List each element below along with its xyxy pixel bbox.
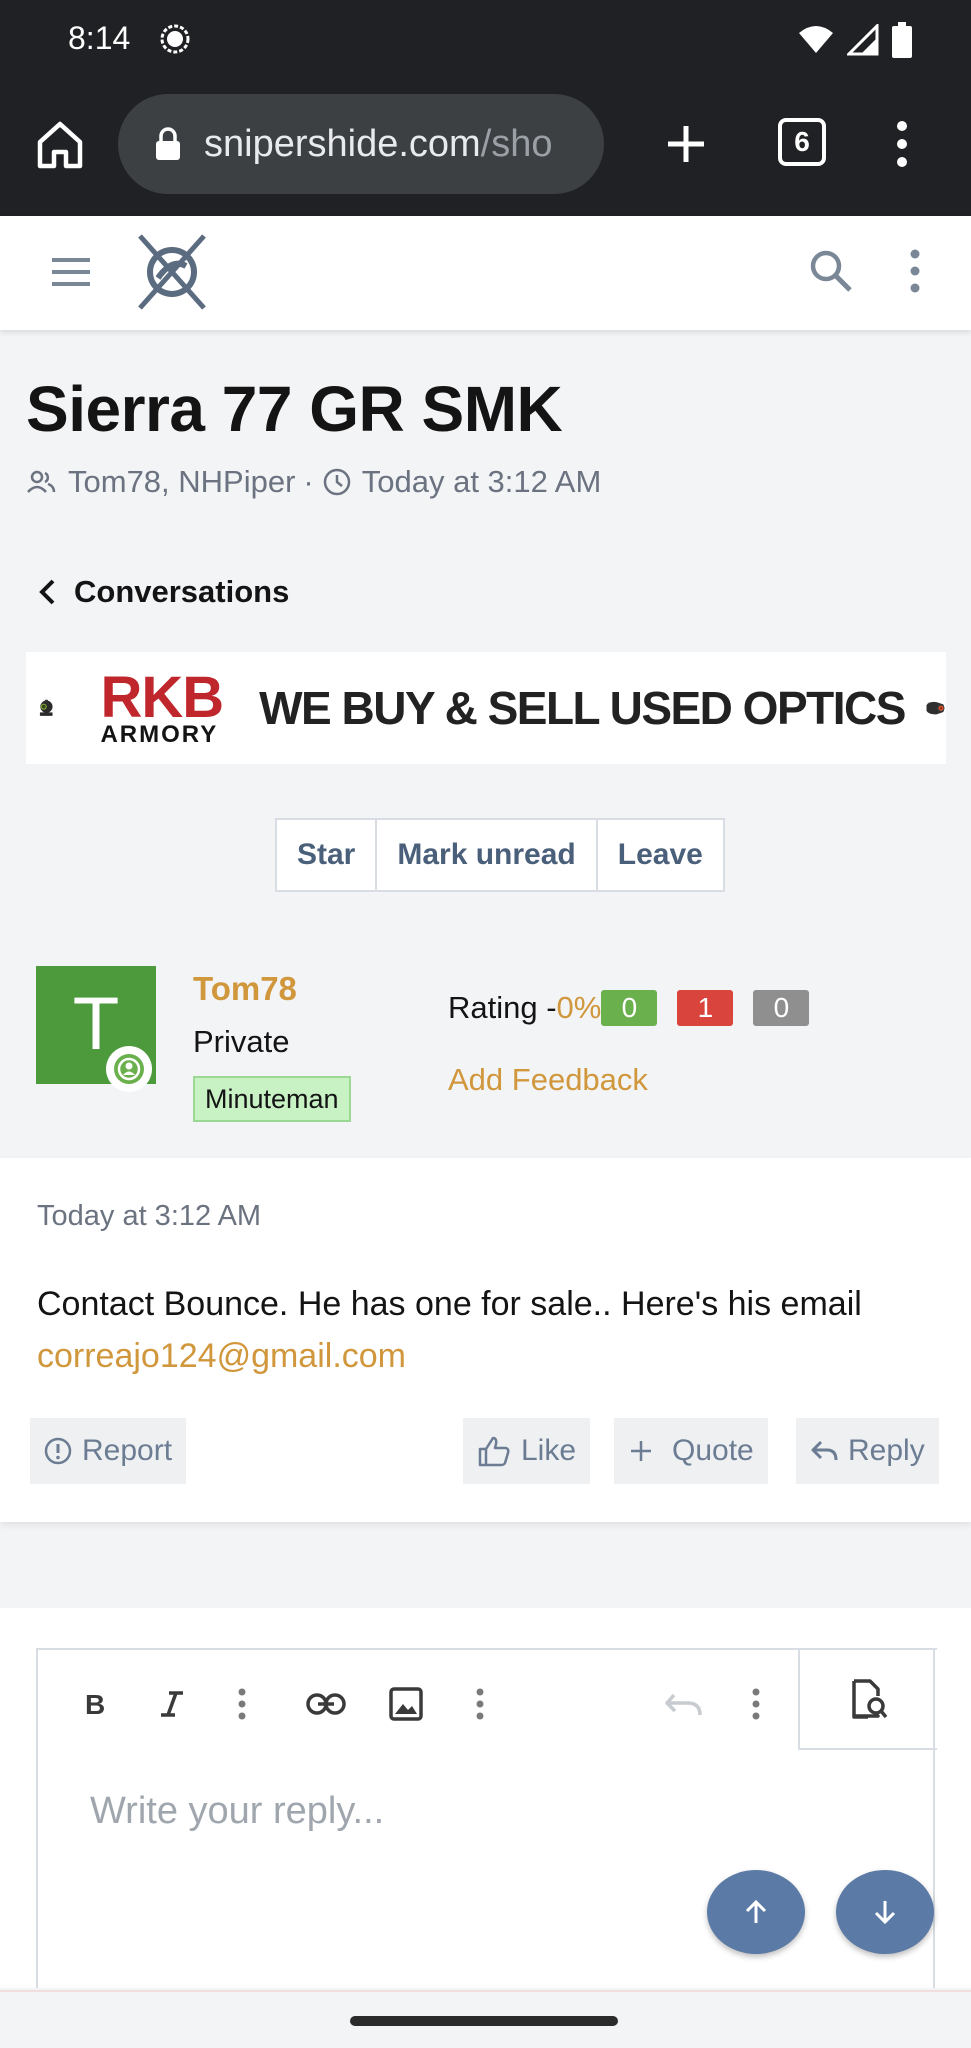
- more-formatting-icon[interactable]: [222, 1684, 262, 1724]
- preview-icon: [851, 1679, 887, 1719]
- rating-percent: 0%: [556, 990, 602, 1025]
- reply-arrow-icon: [811, 1440, 838, 1461]
- username-link[interactable]: Tom78: [193, 970, 297, 1008]
- rating-label: Rating -: [448, 990, 557, 1025]
- message-date[interactable]: Today at 3:12 AM: [37, 1200, 261, 1233]
- rating-row: Rating - 0% 0 1 0: [448, 990, 810, 1026]
- user-title: Private: [193, 1024, 290, 1059]
- leave-button[interactable]: Leave: [598, 820, 723, 890]
- page-title: Sierra 77 GR SMK: [26, 373, 563, 445]
- back-link-label: Conversations: [74, 574, 290, 609]
- arrow-up-icon: [745, 1899, 767, 1923]
- chevron-left-icon: [39, 579, 55, 605]
- like-button[interactable]: Like: [463, 1418, 591, 1484]
- participants-icon: [27, 470, 56, 493]
- cell-signal-icon: [847, 24, 879, 56]
- scroll-to-top-button[interactable]: [707, 1870, 805, 1954]
- search-icon[interactable]: [806, 246, 856, 296]
- red-dot-optic-image: [39, 699, 53, 716]
- meta-separator: ·: [303, 464, 314, 499]
- bold-icon[interactable]: B: [74, 1684, 114, 1724]
- reply-button[interactable]: Reply: [796, 1418, 939, 1484]
- negative-feedback-count[interactable]: 1: [677, 990, 734, 1026]
- message-body: Today at 3:12 AM Contact Bounce. He has …: [0, 1158, 971, 1522]
- conversation-actions: Star Mark unread Leave: [275, 818, 725, 892]
- back-to-conversations-link[interactable]: Conversations: [38, 574, 289, 610]
- mark-unread-button[interactable]: Mark unread: [377, 820, 598, 890]
- lock-icon: [156, 127, 180, 160]
- rkb-armory-logo: RKB ARMORY: [100, 665, 224, 748]
- hamburger-menu-icon[interactable]: [48, 252, 94, 292]
- new-tab-icon[interactable]: [656, 114, 716, 174]
- email-link[interactable]: correajo124@gmail.com: [37, 1337, 406, 1375]
- message-user-panel: T Tom78 Private Minuteman Rating - 0% 0 …: [0, 928, 971, 1158]
- quote-button[interactable]: Quote: [614, 1418, 768, 1484]
- preview-button[interactable]: [798, 1648, 937, 1750]
- system-icons: [797, 22, 913, 58]
- plus-icon: [631, 1441, 651, 1461]
- more-insert-icon[interactable]: [460, 1684, 500, 1724]
- wifi-icon: [799, 26, 833, 53]
- home-icon[interactable]: [30, 114, 90, 174]
- italic-icon[interactable]: [152, 1684, 192, 1724]
- optic-image: [926, 701, 945, 715]
- thread-meta: Tom78, NHPiper · Today at 3:12 AM: [26, 464, 601, 500]
- star-button[interactable]: Star: [277, 820, 378, 890]
- more-options-icon[interactable]: [736, 1684, 776, 1724]
- url-text: snipershide.com/sho: [204, 122, 553, 165]
- signal-app-icon: [160, 24, 190, 54]
- browser-menu-icon[interactable]: [884, 114, 920, 174]
- link-icon[interactable]: [306, 1684, 346, 1724]
- thread-date: Today at 3:12 AM: [361, 464, 602, 499]
- home-gesture-handle[interactable]: [350, 2016, 618, 2026]
- status-bar: 8:14: [0, 0, 971, 78]
- report-button[interactable]: Report: [30, 1418, 187, 1484]
- reply-input[interactable]: Write your reply...: [90, 1790, 384, 1833]
- message-text: Contact Bounce. He has one for sale.. He…: [37, 1285, 862, 1375]
- image-icon[interactable]: [386, 1684, 426, 1724]
- reply-section: B Write your reply...: [0, 1608, 971, 1988]
- reply-editor: B Write your reply...: [36, 1648, 937, 1988]
- banner-ad[interactable]: RKB ARMORY WE BUY & SELL USED OPTICS: [26, 652, 946, 764]
- tab-switcher-button[interactable]: 6: [778, 118, 826, 166]
- arrow-down-icon: [874, 1901, 896, 1925]
- site-logo[interactable]: [130, 228, 214, 316]
- url-bar[interactable]: snipershide.com/sho: [118, 94, 604, 194]
- browser-toolbar: snipershide.com/sho 6: [0, 78, 971, 216]
- online-status-icon: [106, 1046, 152, 1092]
- battery-icon: [892, 22, 912, 58]
- clock-icon: [323, 468, 350, 496]
- alert-circle-icon: [44, 1437, 72, 1465]
- undo-icon[interactable]: [664, 1684, 704, 1724]
- scroll-to-bottom-button[interactable]: [836, 1870, 934, 1954]
- status-time: 8:14: [68, 20, 131, 56]
- svg-text:B: B: [85, 1689, 105, 1719]
- site-header: [0, 216, 971, 330]
- positive-feedback-count[interactable]: 0: [601, 990, 658, 1026]
- user-badge: Minuteman: [193, 1076, 351, 1122]
- add-feedback-link[interactable]: Add Feedback: [448, 1062, 648, 1098]
- neutral-feedback-count[interactable]: 0: [753, 990, 810, 1026]
- participants-text[interactable]: Tom78, NHPiper: [68, 464, 295, 500]
- thumbs-up-icon: [478, 1436, 510, 1467]
- more-options-icon[interactable]: [900, 246, 930, 296]
- gesture-nav-bar: [0, 1990, 971, 2048]
- banner-slogan: WE BUY & SELL USED OPTICS: [259, 682, 906, 734]
